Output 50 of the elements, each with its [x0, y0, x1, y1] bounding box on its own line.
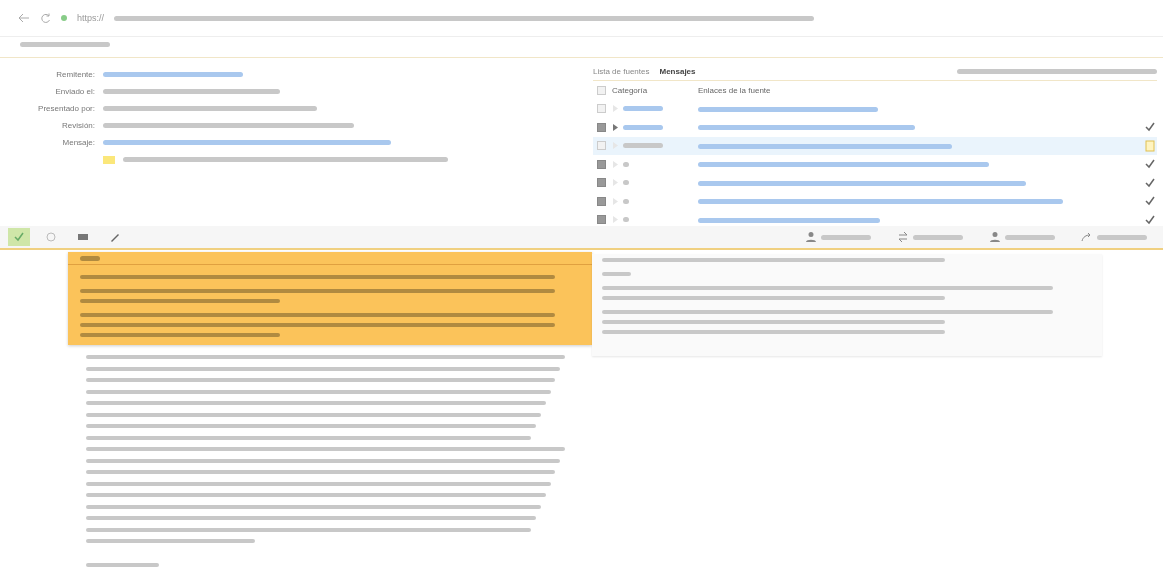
illegible-text — [623, 124, 663, 130]
field-label: Remitente: — [55, 70, 95, 79]
checkbox[interactable] — [597, 85, 606, 95]
illegible-text — [1097, 234, 1147, 240]
checkbox[interactable] — [597, 215, 606, 225]
table-row[interactable] — [593, 136, 1157, 155]
illegible-text — [913, 234, 963, 240]
field-label: Mensaje: — [61, 138, 95, 147]
check-icon — [1145, 177, 1155, 188]
tab[interactable]: Mensajes — [659, 66, 696, 76]
pen-icon — [109, 231, 121, 243]
tag — [103, 155, 115, 164]
field-label: Presentado por: — [37, 104, 95, 113]
illegible-text — [821, 234, 871, 240]
check-icon — [1145, 196, 1155, 207]
toolbar-button[interactable] — [8, 228, 30, 246]
check-icon — [13, 231, 25, 243]
checkbox[interactable] — [597, 104, 606, 114]
checkbox[interactable] — [597, 196, 606, 206]
illegible-text — [602, 272, 632, 276]
circle-icon — [45, 231, 57, 243]
illegible-text — [623, 106, 663, 112]
field-label: Revisión: — [61, 121, 95, 130]
column-header[interactable]: Categoría — [612, 85, 692, 95]
note-icon — [1145, 139, 1155, 152]
person-icon — [805, 231, 817, 243]
back-icon[interactable] — [18, 13, 30, 23]
reload-icon[interactable] — [40, 12, 51, 24]
illegible-text — [623, 180, 629, 186]
checkbox[interactable] — [597, 159, 606, 169]
illegible-text — [623, 198, 629, 204]
checkbox[interactable] — [597, 141, 606, 151]
illegible-text — [623, 217, 629, 223]
secure-icon — [61, 15, 67, 21]
person-icon — [989, 231, 1001, 243]
share-icon — [1081, 231, 1093, 243]
expand-icon[interactable] — [612, 123, 619, 131]
column-header[interactable]: Enlaces de la fuente — [698, 85, 1157, 95]
tab[interactable]: Lista de fuentes — [593, 66, 650, 76]
swap-icon — [897, 231, 909, 243]
checkbox[interactable] — [597, 122, 606, 132]
check-icon — [1145, 214, 1155, 225]
check-icon — [1145, 122, 1155, 133]
illegible-text — [1005, 234, 1055, 240]
illegible-text — [80, 255, 100, 261]
field-label: Enviado el: — [54, 87, 95, 96]
illegible-text — [623, 161, 629, 167]
check-icon — [1145, 159, 1155, 170]
illegible-text — [623, 143, 663, 149]
checkbox[interactable] — [597, 178, 606, 188]
